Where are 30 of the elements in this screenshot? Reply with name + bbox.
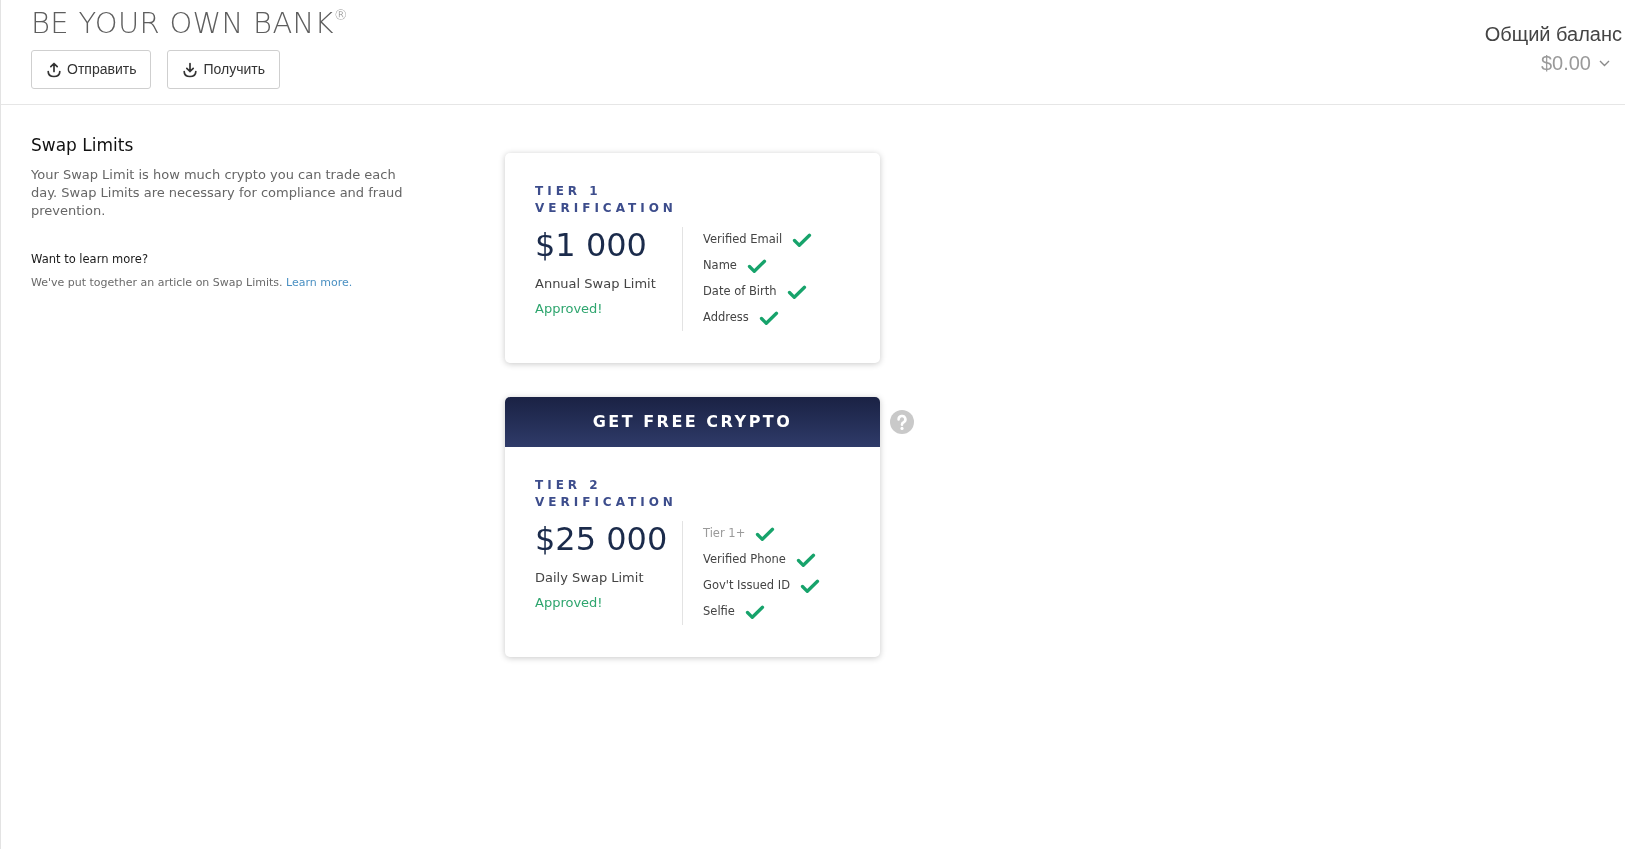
learn-more-link[interactable]: Learn more.: [286, 276, 353, 289]
requirement-label: Date of Birth: [703, 283, 777, 301]
section-heading: Swap Limits: [31, 134, 135, 156]
learn-more-heading: Want to learn more?: [31, 251, 150, 267]
brand-title: BE YOUR OWN BANK$^{®}$: [31, 7, 349, 39]
limit-period: Daily Swap Limit: [535, 569, 644, 587]
requirement-label: Selfie: [703, 603, 735, 621]
requirement-label: Name: [703, 257, 737, 275]
free-crypto-banner[interactable]: GET FREE CRYPTO: [505, 397, 880, 447]
help-icon[interactable]: [890, 410, 914, 434]
upload-icon: [46, 61, 62, 78]
download-icon: [182, 61, 199, 78]
chevron-down-icon: [1599, 59, 1610, 67]
learn-more-text: We've put together an article on Swap Limits. Learn more.: [31, 275, 354, 291]
section-description: Your Swap Limit is how much crypto you can trade each day. Swap Limits are necessary for compliance and fraud prevention.: [31, 166, 404, 220]
balance-label: Общий баланс: [1484, 22, 1622, 46]
approval-status: Approved!: [535, 594, 603, 612]
requirement-label: Tier 1+: [703, 525, 746, 543]
requirement-label: Gov't Issued ID: [703, 577, 791, 595]
requirement-label: Verified Phone: [703, 551, 786, 569]
requirement-label: Address: [703, 309, 749, 327]
limit-amount: $1 000: [535, 227, 647, 263]
requirement-label: Verified Email: [703, 231, 783, 249]
send-button[interactable]: Отправить: [31, 50, 152, 89]
tier-title: TIER 2 VERIFICATION: [535, 477, 678, 511]
limit-amount: $25 000: [535, 521, 668, 557]
approval-status: Approved!: [535, 300, 603, 318]
limit-period: Annual Swap Limit: [535, 275, 656, 293]
receive-button[interactable]: Получить: [167, 50, 280, 89]
tier-title: TIER 1 VERIFICATION: [535, 183, 678, 217]
